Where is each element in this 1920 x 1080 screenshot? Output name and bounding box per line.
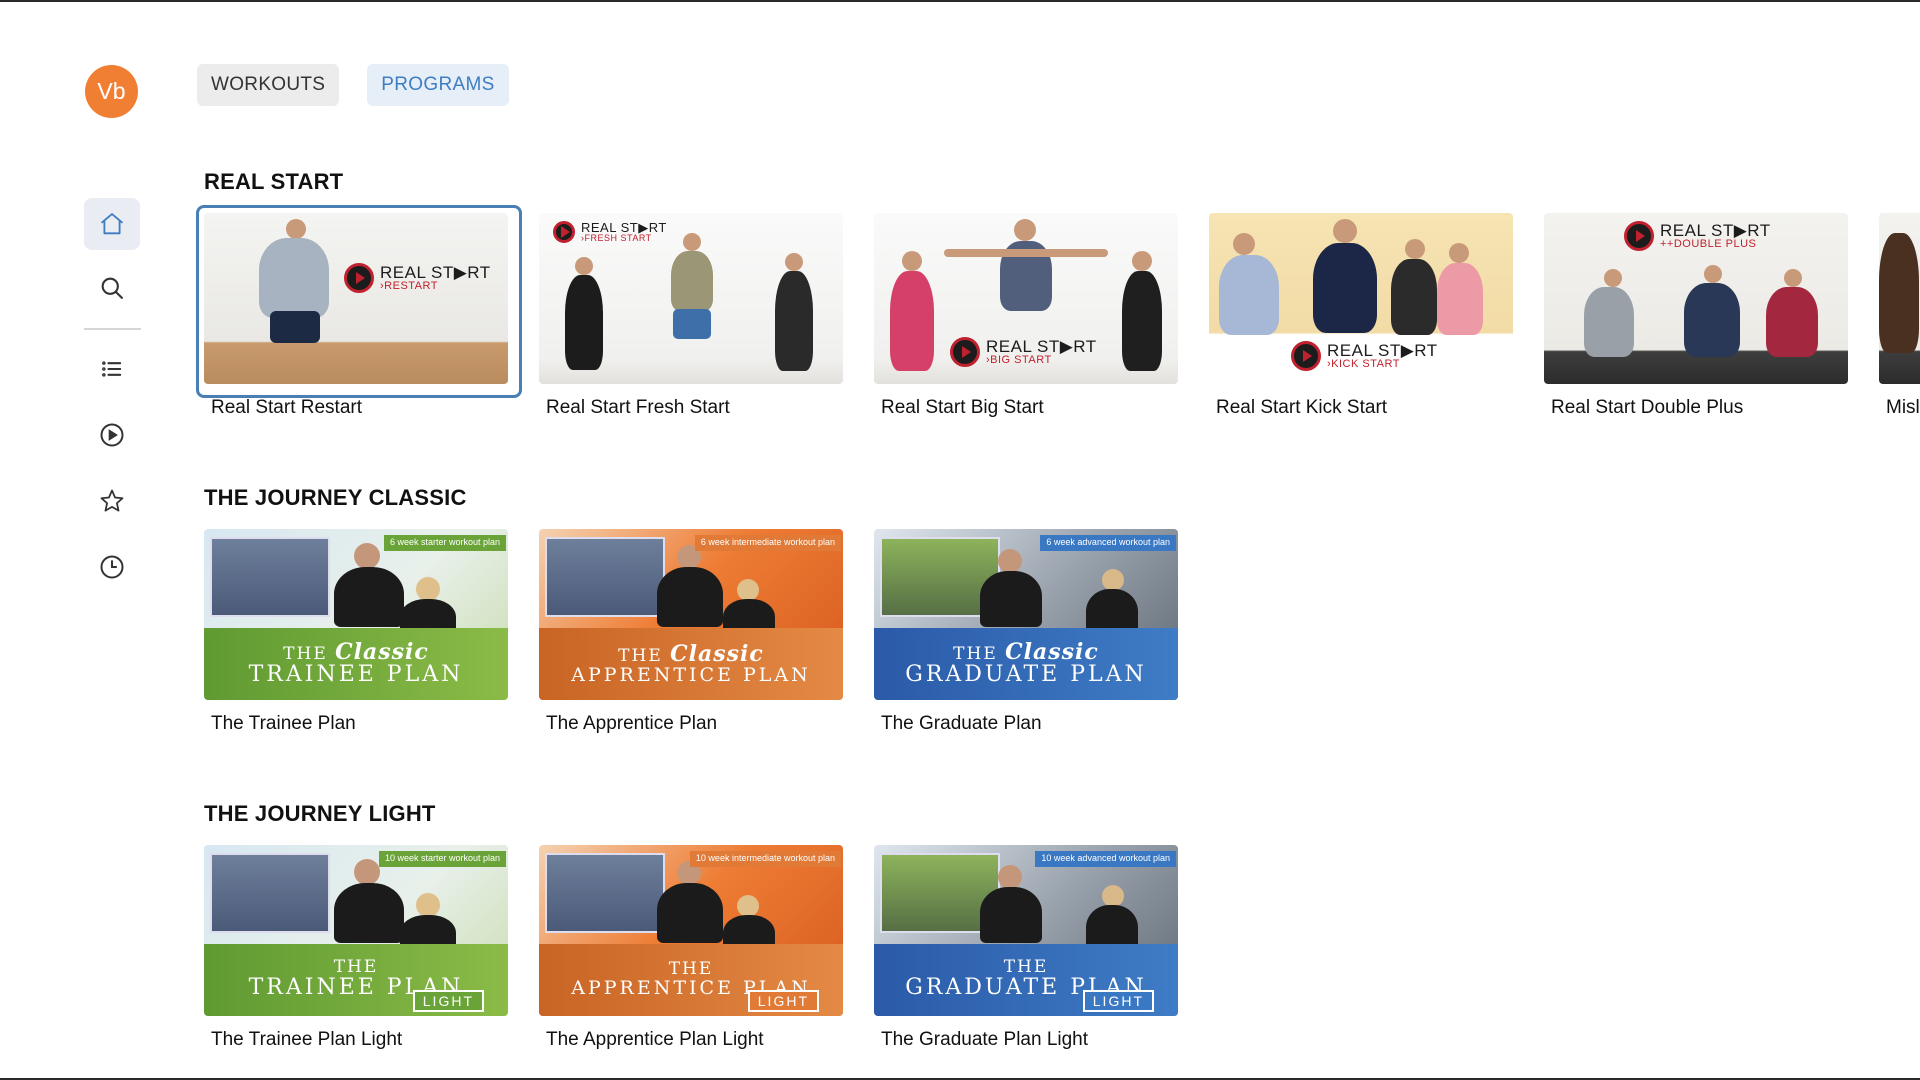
program-card[interactable]: 10 week advanced workout plan THE GRADUA…: [874, 845, 1178, 1051]
program-card[interactable]: 10 week intermediate workout plan THE AP…: [539, 845, 843, 1051]
real-start-logo: REAL ST▶RT ++DOUBLE PLUS: [1624, 221, 1771, 251]
card-thumbnail: 10 week intermediate workout plan THE AP…: [539, 845, 843, 1016]
program-card[interactable]: REAL ST▶RT ›KICK START Real Start Kick St…: [1209, 213, 1513, 419]
sidebar-divider: [84, 328, 141, 330]
card-thumbnail: REAL ST▶RT ›RESTART: [204, 213, 508, 384]
program-card[interactable]: 6 week intermediate workout plan THE Cla…: [539, 529, 843, 735]
card-title: The Graduate Plan Light: [881, 1029, 1089, 1050]
card-thumbnail: REAL ST▶RT ›BIG START: [874, 213, 1178, 384]
card-thumbnail: 6 week advanced workout plan THE Classic…: [874, 529, 1178, 700]
card-thumbnail: REAL ST▶RT ++DOUBLE PLUS: [1544, 213, 1848, 384]
sidebar-item-history[interactable]: [84, 541, 140, 593]
plan-banner: THE Classic TRAINEE PLAN: [204, 628, 508, 700]
section-title-journey-light: THE JOURNEY LIGHT: [204, 801, 436, 826]
plan-banner: THE Classic APPRENTICE PLAN: [539, 628, 843, 700]
home-icon: [100, 213, 124, 235]
card-title: Real Start Fresh Start: [546, 397, 730, 418]
real-start-logo: REAL ST▶RT ›KICK START: [1291, 341, 1438, 371]
real-start-logo: REAL ST▶RT ›BIG START: [950, 337, 1097, 367]
card-title: The Trainee Plan Light: [211, 1029, 403, 1050]
star-icon: [100, 489, 124, 512]
card-title: Real Start Double Plus: [1551, 397, 1744, 418]
section-title-real-start: REAL START: [204, 169, 344, 194]
program-card[interactable]: 6 week starter workout plan THE Classic …: [204, 529, 508, 735]
program-card[interactable]: 10 week starter workout plan THE TRAINEE…: [204, 845, 508, 1051]
real-start-logo: REAL ST▶RT ›FRESH START: [553, 221, 667, 243]
card-thumbnail: [1879, 213, 1920, 384]
tab-programs[interactable]: PROGRAMS: [367, 64, 509, 106]
light-badge: LIGHT: [747, 990, 819, 1012]
light-badge: LIGHT: [1082, 990, 1154, 1012]
program-card[interactable]: REAL ST▶RT ++DOUBLE PLUS Real Start Doubl…: [1544, 213, 1848, 419]
sidebar-item-home[interactable]: [84, 198, 140, 250]
card-thumbnail: 10 week starter workout plan THE TRAINEE…: [204, 845, 508, 1016]
card-title: Misl: [1886, 397, 1920, 418]
sidebar: Vb: [0, 0, 190, 1080]
program-card[interactable]: REAL ST▶RT ›FRESH START Real Start Fresh …: [539, 213, 843, 419]
card-thumbnail: REAL ST▶RT ›FRESH START: [539, 213, 843, 384]
card-title: Real Start Big Start: [881, 397, 1044, 418]
plan-banner: THE Classic GRADUATE PLAN: [874, 628, 1178, 700]
section-title-journey-classic: THE JOURNEY CLASSIC: [204, 485, 467, 510]
sidebar-item-play[interactable]: [84, 409, 140, 461]
program-card[interactable]: Misl: [1879, 213, 1920, 419]
play-circle-icon: [100, 423, 124, 447]
tab-workouts[interactable]: WORKOUTS: [197, 64, 340, 106]
card-title: The Apprentice Plan: [546, 713, 718, 734]
card-title: The Trainee Plan: [211, 713, 356, 734]
card-thumbnail: 6 week intermediate workout plan THE Cla…: [539, 529, 843, 700]
journey-classic-row: 6 week starter workout plan THE Classic …: [204, 529, 1178, 735]
card-title: Real Start Kick Start: [1216, 397, 1388, 418]
light-badge: LIGHT: [412, 990, 484, 1012]
top-tabs: WORKOUTS PROGRAMS: [197, 64, 509, 106]
real-start-row: REAL ST▶RT ›RESTART Real Start Restart RE…: [196, 205, 1920, 419]
clock-icon: [100, 555, 124, 579]
sidebar-item-list[interactable]: [84, 343, 140, 395]
program-card[interactable]: 6 week advanced workout plan THE Classic…: [874, 529, 1178, 735]
card-title: The Apprentice Plan Light: [546, 1029, 764, 1050]
list-icon: [102, 361, 122, 377]
journey-light-row: 10 week starter workout plan THE TRAINEE…: [204, 845, 1178, 1051]
sidebar-item-favorites[interactable]: [84, 475, 140, 527]
card-title: Real Start Restart: [211, 397, 362, 418]
real-start-logo: REAL ST▶RT ›RESTART: [344, 263, 491, 293]
card-thumbnail: 10 week advanced workout plan THE GRADUA…: [874, 845, 1178, 1016]
program-card[interactable]: REAL ST▶RT ›BIG START Real Start Big Star…: [874, 213, 1178, 419]
card-title: The Graduate Plan: [881, 713, 1042, 734]
card-thumbnail: REAL ST▶RT ›KICK START: [1209, 213, 1513, 384]
avatar[interactable]: Vb: [85, 65, 138, 118]
search-icon: [101, 277, 123, 299]
program-card[interactable]: REAL ST▶RT ›RESTART Real Start Restart: [196, 205, 522, 419]
top-border: [0, 0, 1920, 2]
sidebar-item-search[interactable]: [84, 262, 140, 314]
card-thumbnail: 6 week starter workout plan THE Classic …: [204, 529, 508, 700]
